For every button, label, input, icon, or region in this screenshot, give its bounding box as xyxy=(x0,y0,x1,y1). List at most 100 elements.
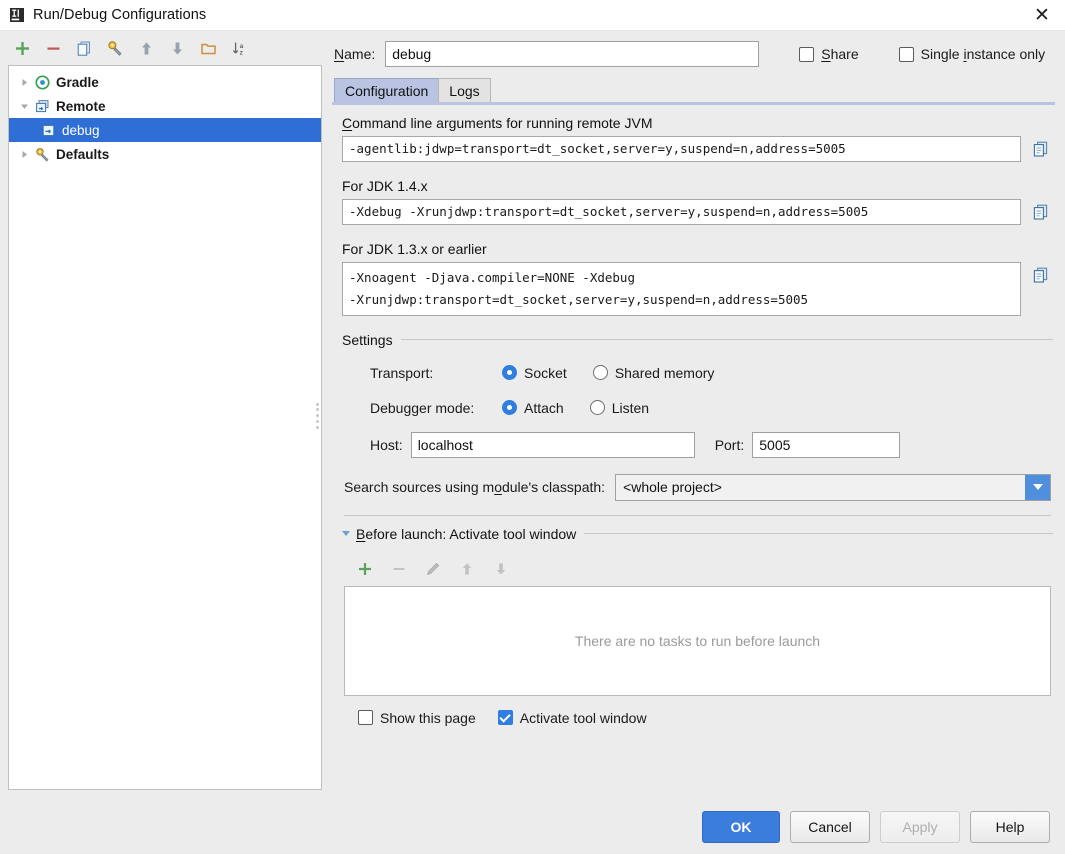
configurations-pane: a z Gradle xyxy=(0,31,322,800)
before-launch-header[interactable]: Before launch: Activate tool window xyxy=(342,526,1053,542)
settings-section-title: Settings xyxy=(342,332,393,348)
transport-socket-radio[interactable]: Socket xyxy=(502,365,567,381)
move-up-button[interactable] xyxy=(135,37,157,59)
chevron-down-icon[interactable] xyxy=(1025,475,1050,500)
debugger-mode-attach-radio-dot[interactable] xyxy=(502,400,517,415)
copy-icon[interactable] xyxy=(1029,137,1053,161)
titlebar: Run/Debug Configurations ✕ xyxy=(0,0,1065,31)
remove-task-button xyxy=(388,558,410,580)
before-launch-tasks-list[interactable]: There are no tasks to run before launch xyxy=(344,586,1051,696)
tree-node-label: Gradle xyxy=(56,75,99,90)
close-icon[interactable]: ✕ xyxy=(1019,0,1065,30)
before-launch-empty-text: There are no tasks to run before launch xyxy=(575,633,820,649)
transport-shared-memory-radio[interactable]: Shared memory xyxy=(593,365,715,381)
debugger-mode-label: Debugger mode: xyxy=(370,400,502,416)
copy-icon[interactable] xyxy=(1029,200,1053,224)
add-configuration-button[interactable] xyxy=(11,37,33,59)
sort-az-icon[interactable]: a z xyxy=(228,37,250,59)
tab-logs[interactable]: Logs xyxy=(438,78,490,102)
chevron-down-icon[interactable] xyxy=(15,97,33,115)
window-title: Run/Debug Configurations xyxy=(33,7,206,23)
before-launch-toolbar xyxy=(342,556,1053,586)
jdk13-block: For JDK 1.3.x or earlier -Xnoagent -Djav… xyxy=(342,241,1053,316)
transport-shared-memory-label: Shared memory xyxy=(615,365,715,381)
tree-node-remote[interactable]: Remote xyxy=(9,94,321,118)
tree-toolbar: a z xyxy=(0,31,322,65)
transport-label: Transport: xyxy=(370,365,502,381)
single-instance-checkbox-box[interactable] xyxy=(899,47,914,62)
copy-configuration-button[interactable] xyxy=(73,37,95,59)
debugger-mode-attach-radio[interactable]: Attach xyxy=(502,400,564,416)
jdk14-value[interactable]: -Xdebug -Xrunjdwp:transport=dt_socket,se… xyxy=(342,199,1021,225)
show-this-page-checkbox[interactable]: Show this page xyxy=(358,710,476,726)
share-checkbox-box[interactable] xyxy=(799,47,814,62)
settings-section-rule xyxy=(401,339,1053,340)
share-checkbox[interactable]: Share xyxy=(799,46,858,62)
copy-icon[interactable] xyxy=(1029,263,1053,287)
cmdline-label: Command line arguments for running remot… xyxy=(342,115,1053,131)
remote-config-icon xyxy=(39,121,57,139)
move-task-up-button xyxy=(456,558,478,580)
jdk14-block: For JDK 1.4.x -Xdebug -Xrunjdwp:transpor… xyxy=(342,178,1053,225)
tree-node-debug[interactable]: debug xyxy=(9,118,321,142)
activate-tool-window-checkbox[interactable]: Activate tool window xyxy=(498,710,647,726)
remote-icon xyxy=(33,97,51,115)
show-this-page-checkbox-box[interactable] xyxy=(358,710,373,725)
activate-tool-window-checkbox-box[interactable] xyxy=(498,710,513,725)
help-button[interactable]: Help xyxy=(970,811,1050,843)
chevron-right-icon[interactable] xyxy=(15,145,33,163)
jdk14-label: For JDK 1.4.x xyxy=(342,178,1053,194)
before-launch-options-row: Show this page Activate tool window xyxy=(342,696,1053,726)
debugger-mode-listen-radio[interactable]: Listen xyxy=(590,400,649,416)
add-task-button[interactable] xyxy=(354,558,376,580)
before-launch-rule xyxy=(584,533,1053,534)
pencil-icon xyxy=(422,558,444,580)
share-checkbox-label: Share xyxy=(821,46,858,62)
host-input[interactable] xyxy=(411,432,695,458)
create-folder-button[interactable] xyxy=(197,37,219,59)
single-instance-checkbox[interactable]: Single instance only xyxy=(899,46,1046,62)
ok-button[interactable]: OK xyxy=(702,811,780,843)
configurations-tree[interactable]: Gradle Remote xyxy=(8,65,322,790)
tree-node-gradle[interactable]: Gradle xyxy=(9,70,321,94)
edit-templates-button[interactable] xyxy=(104,37,126,59)
move-down-button[interactable] xyxy=(166,37,188,59)
settings-section-header: Settings xyxy=(342,332,1053,348)
dialog-body: a z Gradle xyxy=(0,31,1065,800)
transport-row: Transport: Socket Shared memory xyxy=(370,362,1053,384)
host-port-row: Host: Port: xyxy=(370,432,1053,458)
dialog-footer: OK Cancel Apply Help xyxy=(0,800,1065,854)
classpath-dropdown[interactable]: <whole project> xyxy=(615,474,1051,501)
jdk13-value[interactable]: -Xnoagent -Djava.compiler=NONE -Xdebug -… xyxy=(342,262,1021,316)
debugger-mode-listen-label: Listen xyxy=(612,400,649,416)
port-label: Port: xyxy=(715,437,745,453)
transport-socket-radio-dot[interactable] xyxy=(502,365,517,380)
host-label: Host: xyxy=(370,437,403,453)
tree-node-label: Remote xyxy=(56,99,106,114)
chevron-down-icon[interactable] xyxy=(342,531,350,536)
pane-splitter[interactable] xyxy=(312,31,322,800)
transport-shared-memory-radio-dot[interactable] xyxy=(593,365,608,380)
port-input[interactable] xyxy=(752,432,900,458)
remove-configuration-button[interactable] xyxy=(42,37,64,59)
tab-configuration[interactable]: Configuration xyxy=(334,78,439,102)
classpath-dropdown-value: <whole project> xyxy=(616,479,1025,495)
debugger-mode-listen-radio-dot[interactable] xyxy=(590,400,605,415)
chevron-right-icon[interactable] xyxy=(15,73,33,91)
jdk13-row: -Xnoagent -Djava.compiler=NONE -Xdebug -… xyxy=(342,262,1053,316)
debugger-mode-attach-label: Attach xyxy=(524,400,564,416)
classpath-row: Search sources using module's classpath:… xyxy=(344,474,1053,501)
tree-node-defaults[interactable]: Defaults xyxy=(9,142,321,166)
name-row: Name: Share Single instance only xyxy=(332,31,1055,77)
tree-node-label: debug xyxy=(62,123,100,138)
splitter-grip xyxy=(316,403,319,429)
jdk13-label: For JDK 1.3.x or earlier xyxy=(342,241,1053,257)
cmdline-value[interactable]: -agentlib:jdwp=transport=dt_socket,serve… xyxy=(342,136,1021,162)
configuration-tab-content: Command line arguments for running remot… xyxy=(332,105,1055,800)
name-input[interactable] xyxy=(385,41,759,67)
editor-tabs: Configuration Logs xyxy=(332,77,1055,102)
settings-body: Transport: Socket Shared memory Debugger… xyxy=(342,362,1053,458)
defaults-icon xyxy=(33,145,51,163)
apply-button: Apply xyxy=(880,811,960,843)
cancel-button[interactable]: Cancel xyxy=(790,811,870,843)
